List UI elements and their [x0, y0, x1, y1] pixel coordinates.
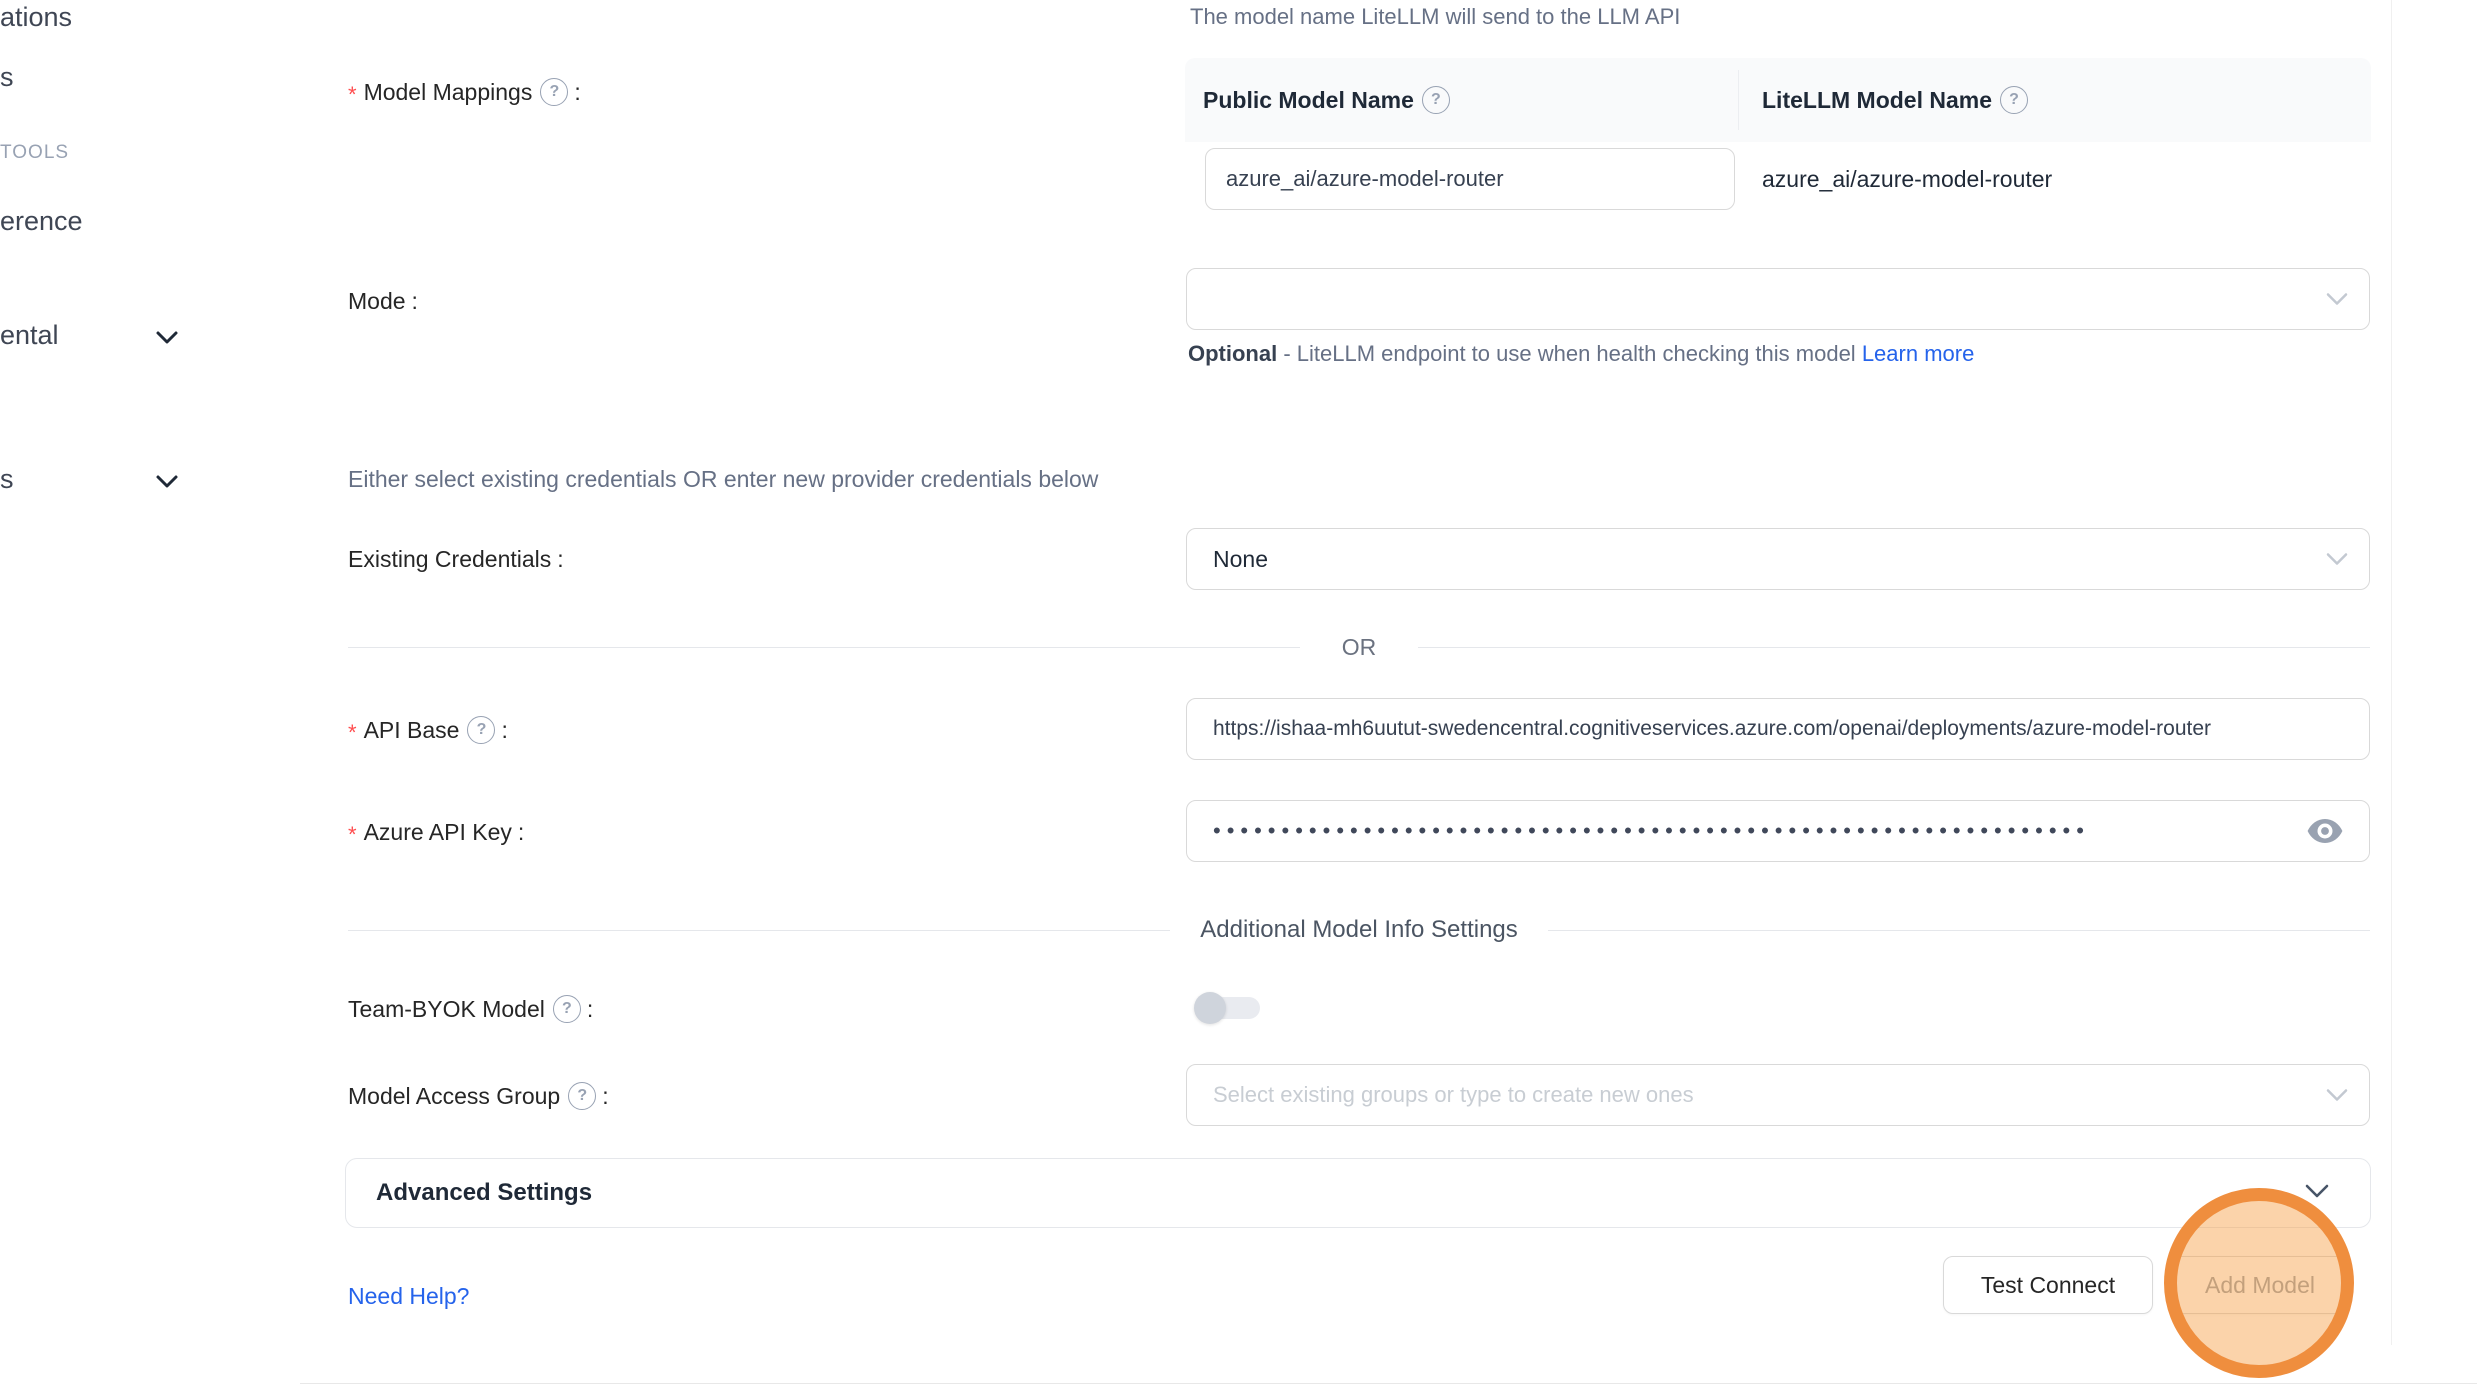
sidebar-item-expandable[interactable]: ental [0, 320, 300, 351]
required-marker: * [348, 822, 357, 848]
help-icon[interactable]: ? [568, 1082, 596, 1110]
api-base-input[interactable] [1213, 717, 2347, 741]
chevron-down-icon [152, 324, 182, 355]
advanced-settings-panel[interactable]: Advanced Settings [345, 1158, 2371, 1228]
required-marker: * [348, 720, 357, 746]
existing-credentials-label: Existing Credentials : [348, 543, 564, 575]
credentials-note: Either select existing credentials OR en… [348, 466, 1098, 493]
column-divider [1738, 70, 1739, 130]
model-name-note: The model name LiteLLM will send to the … [1190, 4, 1680, 30]
chevron-down-icon [152, 468, 182, 499]
content-right-border [2391, 0, 2392, 1345]
mode-label: Mode : [348, 285, 418, 317]
column-header-public-model-name: Public Model Name ? [1203, 58, 1450, 142]
sidebar: ations s TOOLS erence ental s [0, 0, 301, 1385]
help-icon[interactable]: ? [1422, 86, 1450, 114]
chevron-down-icon [2325, 286, 2349, 313]
chevron-down-icon [2325, 1082, 2349, 1109]
or-divider: OR [348, 634, 2370, 661]
need-help-link[interactable]: Need Help? [348, 1283, 469, 1310]
required-marker: * [348, 82, 357, 108]
eye-icon[interactable] [2307, 818, 2343, 844]
azure-api-key-field[interactable]: ••••••••••••••••••••••••••••••••••••••••… [1186, 800, 2370, 862]
placeholder-text: Select existing groups or type to create… [1213, 1082, 1694, 1108]
model-access-group-select[interactable]: Select existing groups or type to create… [1186, 1064, 2370, 1126]
mode-help-text: Optional - LiteLLM endpoint to use when … [1188, 334, 2028, 374]
help-icon[interactable]: ? [467, 716, 495, 744]
column-header-litellm-model-name: LiteLLM Model Name ? [1762, 58, 2028, 142]
help-icon[interactable]: ? [540, 78, 568, 106]
model-access-group-label: Model Access Group ? : [348, 1080, 609, 1112]
test-connect-button[interactable]: Test Connect [1943, 1256, 2153, 1314]
azure-api-key-label: * Azure API Key : [348, 816, 524, 848]
mode-select[interactable] [1186, 268, 2370, 330]
existing-credentials-select[interactable]: None [1186, 528, 2370, 590]
learn-more-link[interactable]: Learn more [1862, 341, 1975, 366]
model-mappings-label: * Model Mappings ? : [348, 76, 581, 108]
model-mappings-table: Public Model Name ? LiteLLM Model Name ?… [1185, 58, 2371, 222]
chevron-down-icon [2304, 1183, 2330, 1204]
add-model-button[interactable]: Add Model [2171, 1256, 2349, 1314]
sidebar-section-label: TOOLS [0, 142, 69, 164]
table-header: Public Model Name ? LiteLLM Model Name ? [1185, 58, 2371, 142]
additional-settings-divider: Additional Model Info Settings [348, 916, 2370, 944]
public-model-name-input[interactable] [1205, 148, 1735, 210]
api-base-field [1186, 698, 2370, 760]
help-icon[interactable]: ? [2000, 86, 2028, 114]
masked-api-key: ••••••••••••••••••••••••••••••••••••••••… [1213, 818, 2173, 844]
team-byok-toggle[interactable] [1194, 992, 1260, 1024]
help-icon[interactable]: ? [553, 995, 581, 1023]
team-byok-label: Team-BYOK Model ? : [348, 993, 593, 1025]
content-bottom-border [300, 1383, 2477, 1384]
sidebar-item-expandable[interactable]: s [0, 464, 300, 495]
litellm-model-name-value: azure_ai/azure-model-router [1762, 148, 2052, 210]
sidebar-item[interactable]: s [0, 62, 14, 93]
add-model-form: The model name LiteLLM will send to the … [300, 0, 2392, 1385]
sidebar-item[interactable]: ations [0, 2, 72, 33]
chevron-down-icon [2325, 546, 2349, 573]
sidebar-item[interactable]: erence [0, 206, 83, 237]
api-base-label: * API Base ? : [348, 714, 508, 746]
